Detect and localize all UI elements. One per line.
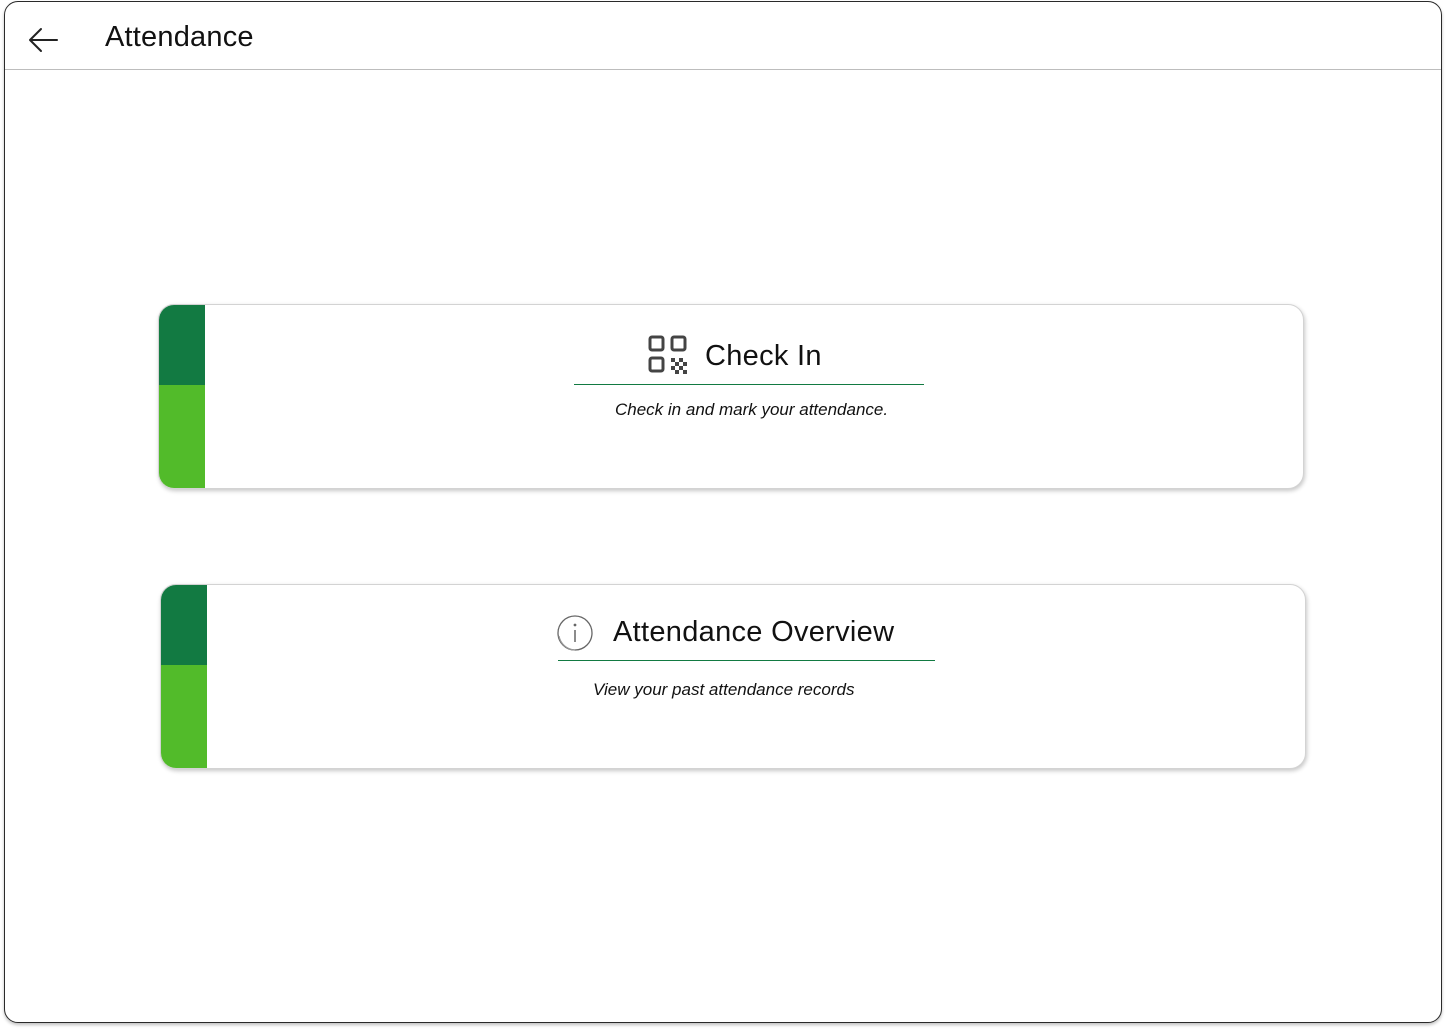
check-in-description: Check in and mark your attendance. (615, 400, 889, 419)
accent-top (159, 305, 205, 385)
app-header: Attendance (5, 2, 1441, 70)
check-in-title: Check In (705, 340, 822, 372)
back-button[interactable] (23, 20, 63, 60)
check-in-heading: Check In (574, 333, 924, 385)
accent-top (161, 585, 207, 665)
attendance-overview-card[interactable]: Attendance Overview View your past atten… (160, 584, 1306, 769)
qr-code-icon (648, 335, 688, 375)
app-window: Attendance Check In Check in and mark yo… (4, 1, 1442, 1023)
info-icon (556, 614, 596, 654)
attendance-overview-heading: Attendance Overview (556, 611, 935, 661)
card-accent-bar (159, 305, 205, 488)
attendance-overview-description: View your past attendance records (593, 680, 855, 699)
card-accent-bar (161, 585, 207, 768)
arrow-left-icon (29, 28, 58, 52)
accent-bottom (159, 385, 205, 488)
page-title: Attendance (105, 21, 254, 53)
check-in-card[interactable]: Check In Check in and mark your attendan… (158, 304, 1304, 489)
accent-bottom (161, 665, 207, 768)
attendance-overview-title: Attendance Overview (613, 616, 895, 648)
